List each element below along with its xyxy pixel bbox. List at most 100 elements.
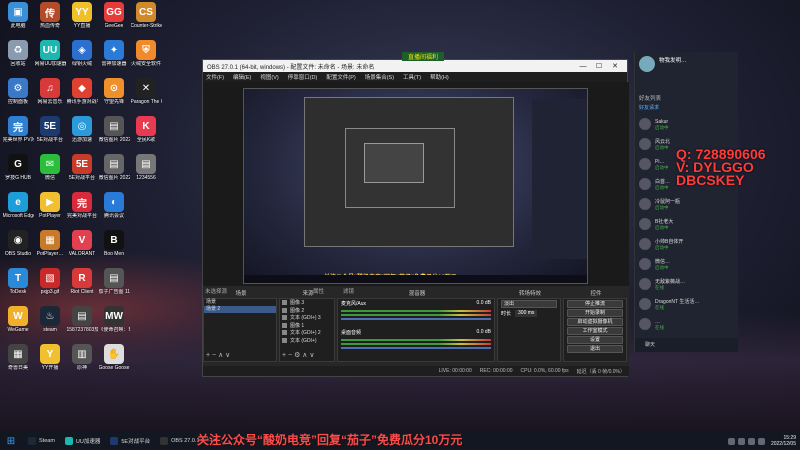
desktop-icon[interactable]: K 全民K歌: [130, 114, 162, 152]
taskbar-item[interactable]: UU加速器: [64, 437, 100, 445]
desktop-icon[interactable]: e Microsoft Edge: [2, 190, 34, 228]
desktop-icon[interactable]: ▦ 奇兽日美: [2, 342, 34, 380]
desktop-icon[interactable]: ▤微信图片 2022120…: [98, 152, 130, 190]
desktop-icon[interactable]: MW《使命召唤：现代战争》…: [98, 304, 130, 342]
desktop-icon[interactable]: UU 网易UU加速器: [34, 38, 66, 76]
duration-input[interactable]: 300 ms: [515, 310, 538, 317]
menu-item[interactable]: 工具(T): [403, 73, 421, 81]
desktop-icon[interactable]: ◐ 腾讯会议: [98, 190, 130, 228]
volume-icon[interactable]: [757, 437, 765, 445]
desktop-icon[interactable]: G 罗技G HUB: [2, 152, 34, 190]
control-button[interactable]: 停止推流: [567, 300, 623, 308]
taskbar-item[interactable]: Steam: [28, 437, 55, 445]
source-item[interactable]: 图像 1: [280, 322, 334, 330]
desktop-icon[interactable]: ✉ 微信: [34, 152, 66, 190]
desktop-icon[interactable]: [130, 190, 162, 228]
desktop-icon[interactable]: 完完美对战平台: [66, 190, 98, 228]
clock[interactable]: 15:29 2022/12/05: [771, 435, 796, 447]
desktop-icon[interactable]: 5E 5E对战平台: [66, 152, 98, 190]
desktop-icon[interactable]: ⛨ 火绒安全软件: [130, 38, 162, 76]
desktop-icon[interactable]: ▤1587237803茄子广告海报: [66, 304, 98, 342]
windows-start-icon[interactable]: ⊞: [4, 434, 18, 448]
taskbar-item[interactable]: 5E对战平台: [110, 437, 150, 445]
friend-item[interactable]: 微信… 启动中: [635, 254, 738, 274]
desktop-icon[interactable]: ✕Paragon The Over…: [130, 76, 162, 114]
desktop-icon[interactable]: ✦ 雷神加速器: [98, 38, 130, 76]
minimize-icon[interactable]: —: [575, 63, 591, 70]
desktop-icon[interactable]: ♻ 回收站: [2, 38, 34, 76]
desktop-icon[interactable]: [130, 266, 162, 304]
tray-icon[interactable]: [727, 437, 735, 445]
desktop-icon[interactable]: ▶ PotPlayer: [34, 190, 66, 228]
tray-icon[interactable]: [747, 437, 755, 445]
chat-button[interactable]: 聊天: [635, 338, 738, 352]
friend-requests[interactable]: 好友请求: [635, 104, 738, 114]
desktop-icon[interactable]: 传热血传奇: [34, 0, 66, 38]
source-item[interactable]: 文本 (GDI+): [280, 337, 334, 345]
menu-item[interactable]: 视图(V): [260, 73, 278, 81]
desktop-icon[interactable]: YY YY直播: [66, 0, 98, 38]
desktop-icon[interactable]: Y YY开播: [34, 342, 66, 380]
desktop-icon[interactable]: 5E 5E对战平台: [34, 114, 66, 152]
transition-select[interactable]: 淡出: [501, 300, 557, 308]
menu-item[interactable]: 编辑(E): [233, 73, 251, 81]
menu-item[interactable]: 帮助(H): [430, 73, 449, 81]
menu-item[interactable]: 停靠窗口(D): [288, 73, 318, 81]
desktop-icon[interactable]: 完完美世界 PV对战平台: [2, 114, 34, 152]
source-item[interactable]: 图像 2: [280, 307, 334, 315]
scene-item[interactable]: 场景 2: [204, 306, 276, 313]
desktop-icon[interactable]: ♫ 网易云音乐: [34, 76, 66, 114]
friend-item[interactable]: … 在线: [635, 314, 738, 334]
control-button[interactable]: 设置: [567, 336, 623, 344]
desktop-icon[interactable]: GG GeeGee: [98, 0, 130, 38]
maximize-icon[interactable]: ☐: [591, 62, 607, 70]
desktop-icon[interactable]: V VALORANT: [66, 228, 98, 266]
desktop-icon[interactable]: ⚙ 控制面板: [2, 76, 34, 114]
desktop-icon[interactable]: B Boo Men: [98, 228, 130, 266]
desktop-icon[interactable]: ◎ 迅游加速: [66, 114, 98, 152]
close-icon[interactable]: ✕: [607, 62, 623, 70]
control-button[interactable]: 开始录制: [567, 309, 623, 317]
friend-item[interactable]: B社老大 启动中: [635, 214, 738, 234]
control-button[interactable]: 退出: [567, 345, 623, 353]
desktop-icon[interactable]: ▧ pxjp3.gif: [34, 266, 66, 304]
desktop-icon[interactable]: ♨ steam: [34, 304, 66, 342]
friend-item[interactable]: Sakur 启动中: [635, 114, 738, 134]
obs-titlebar[interactable]: OBS 27.0.1 (64-bit, windows) - 配置文件: 未命名…: [203, 60, 627, 72]
desktop-icon[interactable]: ◉ OBS Studio: [2, 228, 34, 266]
friend-item[interactable]: 无敌紫薇战… 在线: [635, 274, 738, 294]
desktop-icon[interactable]: ▤ 1234556: [130, 152, 162, 190]
menu-item[interactable]: 文件(F): [206, 73, 224, 81]
desktop-icon[interactable]: ▥ 原神: [66, 342, 98, 380]
desktop-icon[interactable]: ▦ PotPlayer…: [34, 228, 66, 266]
desktop-icon[interactable]: [130, 304, 162, 342]
scenes-tools[interactable]: + − ∧ ∨: [206, 351, 230, 359]
desktop-icon[interactable]: CSCounter-Strike Global Off…: [130, 0, 162, 38]
source-item[interactable]: 图像 3: [280, 299, 334, 307]
desktop-icon[interactable]: R Riot Client: [66, 266, 98, 304]
volume-slider[interactable]: [341, 347, 491, 349]
desktop-icon[interactable]: ▤茄子广告图 11.6.png: [98, 266, 130, 304]
friend-item[interactable]: 小帅B自体开 启动中: [635, 234, 738, 254]
obs-window[interactable]: OBS 27.0.1 (64-bit, windows) - 配置文件: 未命名…: [202, 59, 629, 377]
desktop-icon[interactable]: T ToDesk: [2, 266, 34, 304]
desktop-icon[interactable]: ◈ 绿钥火绒: [66, 38, 98, 76]
scene-item[interactable]: 场景: [204, 299, 276, 306]
volume-slider[interactable]: [341, 318, 491, 320]
desktop-icon[interactable]: ◆腾讯手游对战平台: [66, 76, 98, 114]
desktop-icon[interactable]: ▤微信图片 2022120…: [98, 114, 130, 152]
desktop-icon[interactable]: W WeGame: [2, 304, 34, 342]
menu-item[interactable]: 配置文件(P): [326, 73, 355, 81]
control-button[interactable]: 工作室模式: [567, 327, 623, 335]
menu-item[interactable]: 场景集合(S): [365, 73, 394, 81]
desktop-icon[interactable]: ⊙ 守望先锋: [98, 76, 130, 114]
control-button[interactable]: 启动虚拟摄像机: [567, 318, 623, 326]
sources-tools[interactable]: + − ⚙ ∧ ∨: [282, 351, 314, 359]
tray-icon[interactable]: [737, 437, 745, 445]
source-item[interactable]: 文本 (GDI+) 3: [280, 314, 334, 322]
desktop-icon[interactable]: ✋Goose Goose Duck: [98, 342, 130, 380]
desktop-icon[interactable]: ▣ 此电脑: [2, 0, 34, 38]
friend-item[interactable]: 冷鼠阿一瓶 启动中: [635, 194, 738, 214]
source-item[interactable]: 文本 (GDI+) 2: [280, 329, 334, 337]
friend-item[interactable]: DragonNT 生活活… 在线: [635, 294, 738, 314]
